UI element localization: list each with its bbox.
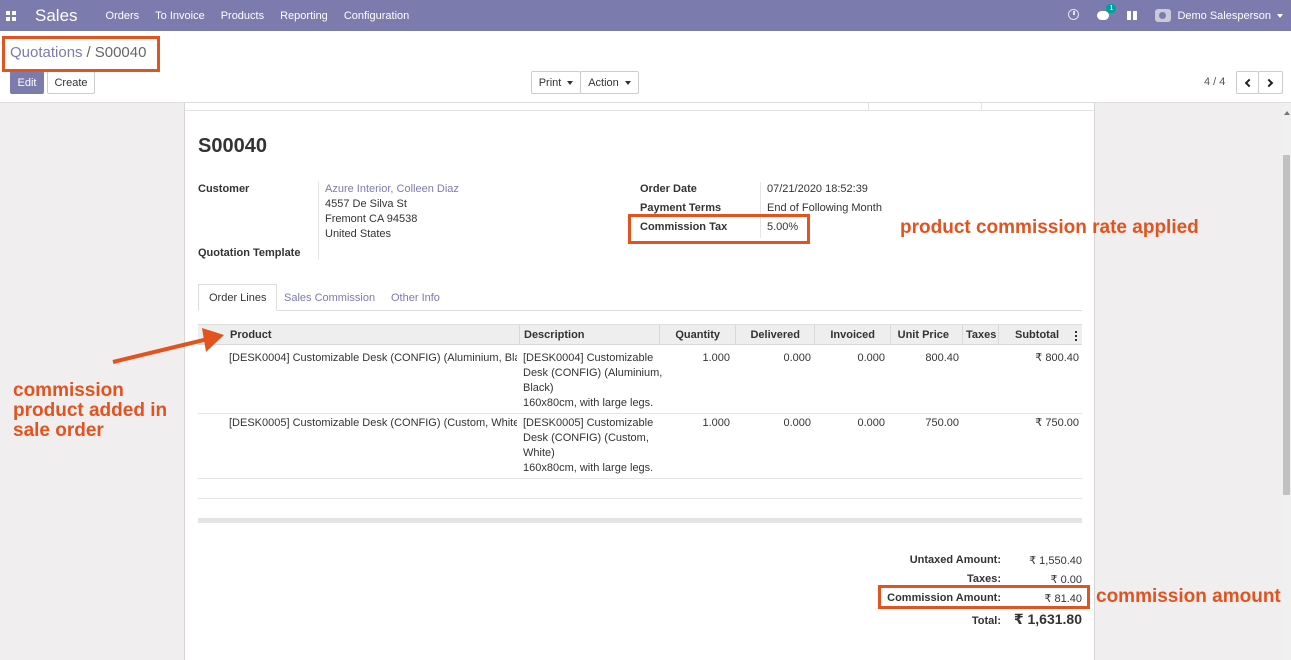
annotation-arrow	[112, 328, 224, 364]
